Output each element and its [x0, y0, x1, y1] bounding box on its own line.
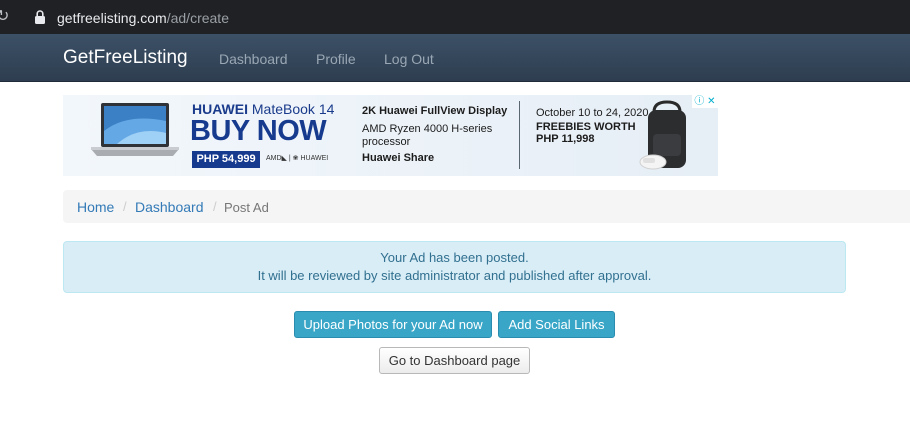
- browser-address-bar: ↻ getfreelisting.com/ad/create: [0, 0, 910, 34]
- upload-photos-button[interactable]: Upload Photos for your Ad now: [294, 311, 492, 338]
- ad-promo-freebies: FREEBIES WORTH: [536, 121, 636, 133]
- ad-cta: BUY NOW: [190, 115, 327, 147]
- breadcrumb: Home / Dashboard / Post Ad: [63, 190, 910, 223]
- reload-icon[interactable]: ↻: [0, 7, 10, 27]
- nav-link-logout[interactable]: Log Out: [384, 51, 434, 67]
- nav-link-profile[interactable]: Profile: [316, 51, 356, 67]
- url-text[interactable]: getfreelisting.com/ad/create: [57, 9, 229, 27]
- url-path: /ad/create: [166, 10, 229, 26]
- ad-spec-cpu-2: processor: [362, 136, 411, 148]
- alert-line-1: Your Ad has been posted.: [380, 250, 529, 265]
- go-dashboard-button[interactable]: Go to Dashboard page: [379, 347, 530, 374]
- ad-promo-dates: October 10 to 24, 2020: [536, 107, 649, 119]
- ad-banner[interactable]: HUAWEI MateBook 14 BUY NOW PHP 54,999 AM…: [63, 95, 718, 176]
- site-navbar: GetFreeListing Dashboard Profile Log Out: [0, 34, 910, 82]
- breadcrumb-separator: /: [213, 199, 217, 214]
- ad-divider: [519, 101, 520, 169]
- laptop-image: [91, 103, 179, 156]
- ad-price: PHP 54,999: [192, 151, 260, 168]
- breadcrumb-home[interactable]: Home: [77, 199, 114, 215]
- add-social-links-button[interactable]: Add Social Links: [498, 311, 615, 338]
- breadcrumb-separator: /: [123, 199, 127, 214]
- ad-promo-value: PHP 11,998: [536, 133, 595, 145]
- ad-chip-logos: AMD◣ | ❀ HUAWEI: [266, 155, 329, 162]
- brand-logo[interactable]: GetFreeListing: [63, 47, 188, 69]
- nav-link-dashboard[interactable]: Dashboard: [219, 51, 288, 67]
- lock-icon[interactable]: [34, 9, 46, 25]
- success-alert: Your Ad has been posted. It will be revi…: [63, 241, 846, 293]
- url-domain: getfreelisting.com: [57, 10, 167, 26]
- ad-spec-display: 2K Huawei FullView Display: [362, 105, 508, 117]
- breadcrumb-active: Post Ad: [224, 200, 269, 215]
- breadcrumb-dashboard[interactable]: Dashboard: [135, 199, 204, 215]
- backpack-image: [639, 100, 686, 170]
- adchoices-icon[interactable]: ⓘ ✕: [692, 95, 718, 108]
- ad-spec-share: Huawei Share: [362, 152, 435, 164]
- ad-spec-cpu: AMD Ryzen 4000 H-series: [362, 123, 493, 135]
- alert-line-2: It will be reviewed by site administrato…: [257, 268, 652, 283]
